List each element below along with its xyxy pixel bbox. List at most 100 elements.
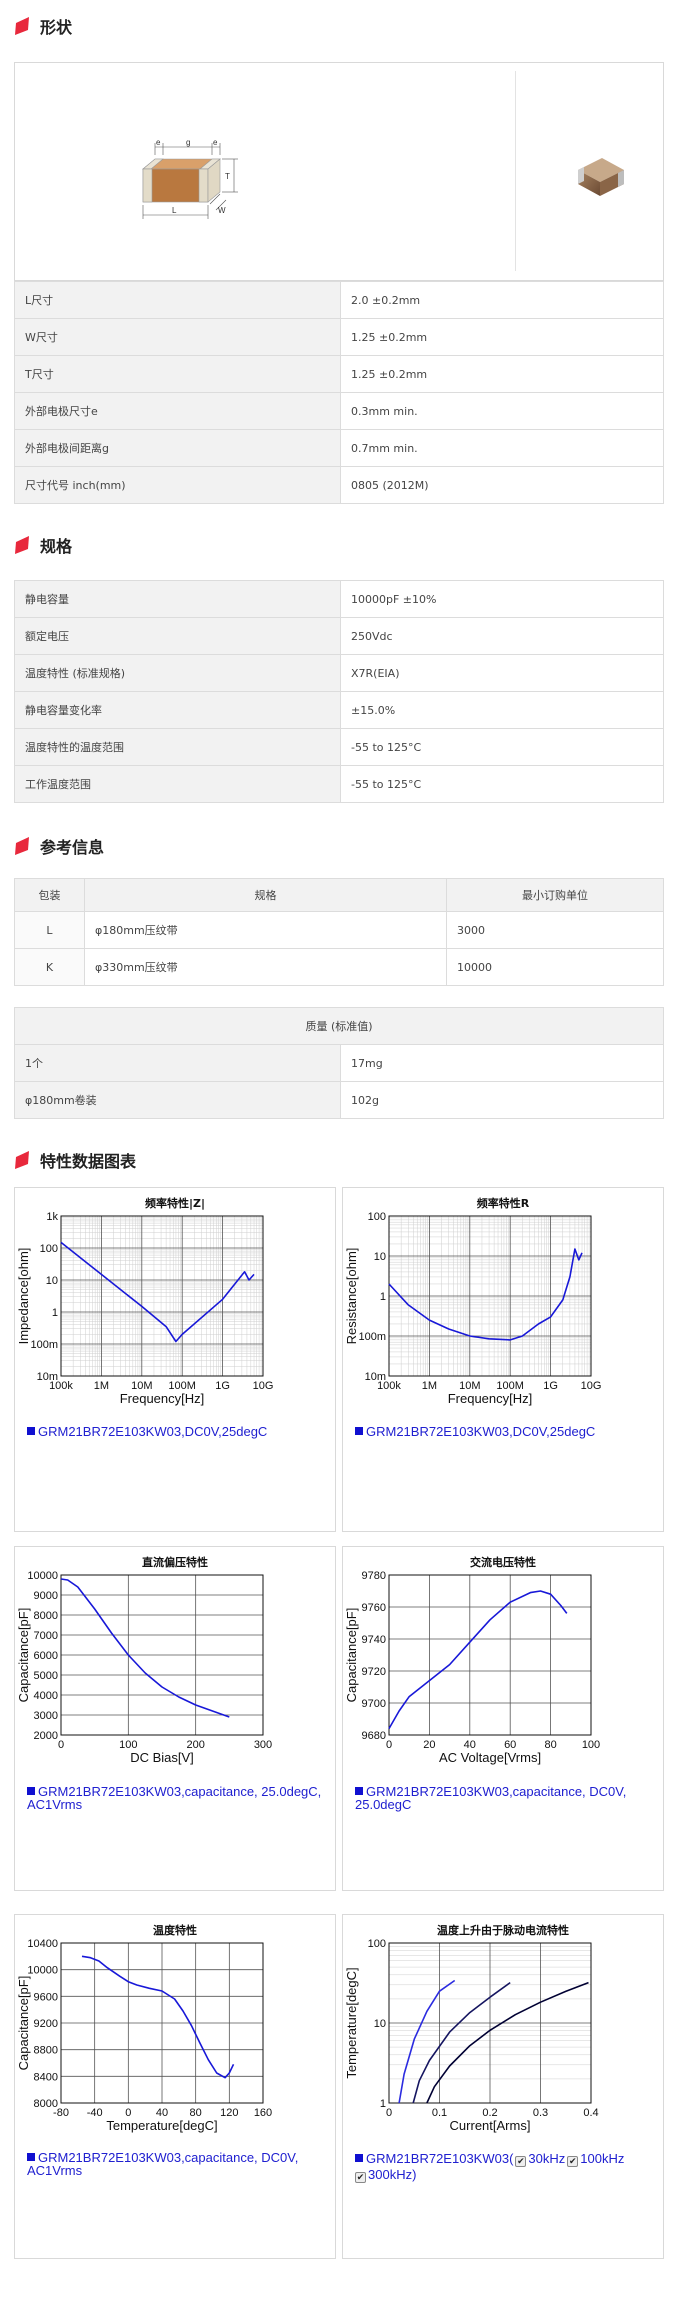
y-tick-label: 1: [52, 1307, 58, 1319]
legend-label: GRM21BR72E103KW03,DC0V,25degC: [38, 1424, 268, 1439]
y-tick-label: 10400: [27, 1938, 58, 1950]
section-header-charts: 特性数据图表: [14, 1146, 136, 1174]
legend-swatch: [355, 1787, 363, 1795]
y-tick-label: 9720: [362, 1666, 386, 1678]
spec-value: X7R(EIA): [340, 654, 664, 692]
y-tick-label: 100: [368, 1938, 386, 1950]
dimension-row: 尺寸代号 inch(mm) 0805 (2012M): [14, 466, 664, 504]
x-axis-label: Frequency[Hz]: [448, 1391, 533, 1406]
legend-label: GRM21BR72E103KW03(: [366, 2151, 514, 2166]
y-axis-label: Capacitance[pF]: [16, 1608, 31, 1703]
dimension-row: 外部电极尺寸e 0.3mm min.: [14, 392, 664, 430]
legend-swatch: [355, 1427, 363, 1435]
dimension-value: 0805 (2012M): [340, 466, 664, 504]
mass-key: φ180mm卷装: [14, 1081, 341, 1119]
mass-value: 102g: [340, 1081, 664, 1119]
y-tick-label: 2000: [34, 1730, 58, 1742]
x-tick-label: 0: [386, 1739, 392, 1751]
y-tick-label: 7000: [34, 1630, 58, 1642]
dimension-table: L尺寸 2.0 ±0.2mm W尺寸 1.25 ±0.2mm T尺寸 1.25 ±0.2m…: [14, 281, 664, 504]
dimension-drawing: e g e T L W: [142, 138, 238, 219]
section-header-shape: 形状: [14, 12, 72, 40]
y-tick-label: 5000: [34, 1670, 58, 1682]
chart-title: 直流偏压特性: [142, 1555, 208, 1569]
packaging-moq: 3000: [446, 911, 664, 949]
mass-table: 质量 (标准值) 1个 17mg φ180mm卷装 102g: [14, 1007, 664, 1119]
dim-g: g: [186, 138, 190, 147]
chart-grid: [388, 1215, 592, 1377]
section-flag-icon: [15, 536, 29, 554]
dimension-row: L尺寸 2.0 ±0.2mm: [14, 281, 664, 319]
legend-swatch: [355, 2154, 363, 2162]
spec-row: 温度特性的温度范围 -55 to 125°C: [14, 728, 664, 766]
y-tick-label: 10: [46, 1275, 58, 1287]
y-tick-label: 1: [380, 2098, 386, 2110]
packaging-header-code: 包装: [14, 878, 85, 912]
x-tick-label: 80: [544, 1739, 556, 1751]
dim-e-left: e: [156, 138, 161, 147]
chart-legend: GRM21BR72E103KW03,DC0V,25degC: [27, 1425, 267, 1438]
chart-panel-impedance: 频率特性|Z| 100k 1M 10M 100M 1G 10G 1k 100 10 1 100m 10m…: [14, 1187, 336, 1532]
checkbox-30khz[interactable]: ✔: [515, 2156, 527, 2167]
x-axis-label: Current[Arms]: [450, 2118, 531, 2133]
chart-title: 交流电压特性: [470, 1555, 536, 1569]
chart-title: 温度上升由于脉动电流特性: [437, 1923, 569, 1937]
x-axis-label: Temperature[degC]: [106, 2118, 217, 2133]
dim-t: T: [225, 172, 230, 181]
spec-value: 250Vdc: [340, 617, 664, 655]
y-tick-label: 9780: [362, 1570, 386, 1582]
y-tick-label: 8000: [34, 1610, 58, 1622]
shape-image-panel: e g e T L W: [14, 62, 664, 281]
y-tick-label: 8000: [34, 2098, 58, 2110]
y-tick-label: 9760: [362, 1602, 386, 1614]
y-axis-label: Resistance[ohm]: [344, 1248, 359, 1345]
x-axis-label: DC Bias[V]: [130, 1750, 194, 1765]
spec-row: 额定电压 250Vdc: [14, 617, 664, 655]
chart-grid: [60, 1215, 264, 1377]
packaging-row: Lφ180mm压纹带 3000: [14, 911, 664, 949]
chart-title: 温度特性: [153, 1923, 197, 1937]
y-axis-label: Capacitance[pF]: [344, 1608, 359, 1703]
y-axis-label: Temperature[degC]: [344, 1967, 359, 2078]
dimension-value: 0.7mm min.: [340, 429, 664, 467]
packaging-header-moq: 最小订购单位: [446, 878, 664, 912]
section-title: 参考信息: [40, 838, 105, 857]
checkbox-300khz[interactable]: ✔: [355, 2172, 366, 2183]
x-tick-label: 160: [254, 2107, 272, 2119]
temperature-chart: 温度特性-80 -40 0 40 80 120 1601040010000960092008…: [16, 1923, 272, 2133]
mass-row: φ180mm卷装 102g: [14, 1081, 664, 1119]
dimension-key: 尺寸代号 inch(mm): [14, 466, 341, 504]
series-line: [81, 1955, 235, 2079]
y-axis-label: Capacitance[pF]: [16, 1976, 31, 2071]
spec-row: 静电容量 10000pF ±10%: [14, 580, 664, 618]
plot-frame: [60, 1215, 264, 1377]
packaging-code: K: [14, 948, 85, 986]
mass-header: 质量 (标准值): [14, 1007, 664, 1045]
chart-panel-resistance: 频率特性R 100k 1M 10M 100M 1G 10G 100 10 1 100m 10m Freq…: [342, 1187, 664, 1532]
spec-value: -55 to 125°C: [340, 765, 664, 803]
x-tick-label: 0: [386, 2107, 392, 2119]
series-line: [60, 1241, 255, 1343]
section-title: 形状: [40, 18, 73, 37]
chart-legend: GRM21BR72E103KW03,DC0V,25degC: [355, 1425, 595, 1438]
legend-swatch: [27, 1787, 35, 1795]
packaging-spec: φ180mm压纹带: [84, 911, 447, 949]
x-tick-label: 1M: [94, 1380, 109, 1392]
packaging-code: L: [14, 911, 85, 949]
legend-item-300khz: 300kHz): [368, 2167, 417, 2182]
x-tick-label: 0: [58, 1739, 64, 1751]
dim-e-right: e: [213, 138, 218, 147]
spec-key: 额定电压: [14, 617, 341, 655]
ac-voltage-chart: 交流电压特性0 20 40 60 80 1009780976097409720970096…: [344, 1555, 600, 1765]
spec-row: 工作温度范围 -55 to 125°C: [14, 765, 664, 803]
series-line: [426, 1981, 589, 2104]
chart-panel-ac-voltage: 交流电压特性 0 20 40 60 80 100 9780 9760 9740 9720 9700 96…: [342, 1546, 664, 1891]
resistance-chart: 频率特性R100k 1M 10M 100M 1G 10G100101100m10mFreq…: [344, 1196, 601, 1406]
checkbox-100khz[interactable]: ✔: [567, 2156, 579, 2167]
spec-key: 温度特性 (标准规格): [14, 654, 341, 692]
spec-key: 温度特性的温度范围: [14, 728, 341, 766]
x-tick-label: 0.1: [432, 2107, 447, 2119]
x-tick-label: 20: [423, 1739, 435, 1751]
y-tick-label: 3000: [34, 1710, 58, 1722]
packaging-spec: φ330mm压纹带: [84, 948, 447, 986]
